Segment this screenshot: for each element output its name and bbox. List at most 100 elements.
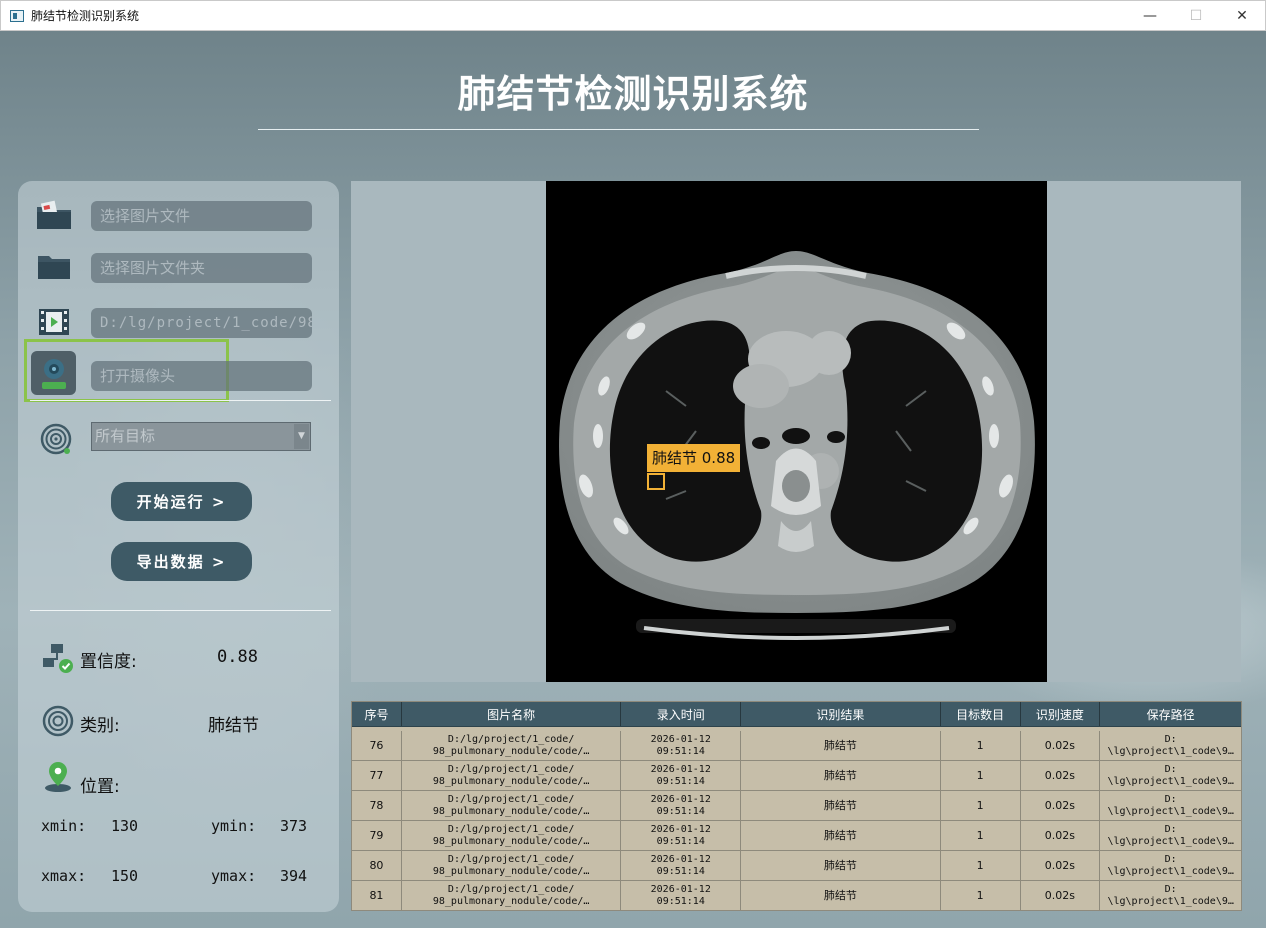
window-controls: — ☐ ✕	[1127, 1, 1265, 31]
ct-scan-image: 肺结节 0.88	[546, 181, 1047, 682]
camera-field[interactable]: 打开摄像头	[91, 361, 312, 391]
column-header-speed[interactable]: 识别速度	[1021, 702, 1101, 726]
cell-speed-text: 0.02s	[1044, 888, 1076, 902]
chevron-down-icon[interactable]: ▼	[294, 424, 309, 449]
cell-date: 2026-01-12	[650, 793, 711, 805]
cell-entry-time: 2026-01-12 09:51:14	[621, 851, 742, 880]
cell-time: 09:51:14	[656, 775, 705, 787]
cell-image-name-line2: 98_pulmonary_nodule/code/…	[432, 775, 590, 787]
cell-image-name-line1: D:/lg/project/1_code/	[447, 883, 575, 895]
image-viewer: 肺结节 0.88	[351, 181, 1241, 682]
cell-speed-text: 0.02s	[1044, 738, 1076, 752]
cell-save-path-line2: \lg\project\1_code\9…	[1107, 775, 1234, 787]
position-label: 位置:	[80, 777, 120, 797]
column-header-entry-time[interactable]: 录入时间	[621, 702, 742, 726]
table-row[interactable]: 76 D:/lg/project/1_code/98_pulmonary_nodu…	[352, 731, 1241, 761]
cell-date: 2026-01-12	[650, 763, 711, 775]
cell-entry-time: 2026-01-12 09:51:14	[621, 731, 742, 760]
cell-image-name: D:/lg/project/1_code/98_pulmonary_nodule…	[402, 881, 622, 910]
cell-speed: 0.02s	[1021, 791, 1101, 820]
target-select[interactable]: 所有目标 ▼	[91, 422, 311, 451]
image-folder-icon[interactable]	[34, 195, 74, 235]
column-header-index[interactable]: 序号	[352, 702, 402, 726]
title-divider	[258, 129, 979, 130]
cell-save-path-line2: \lg\project\1_code\9…	[1107, 895, 1234, 907]
table-row[interactable]: 77 D:/lg/project/1_code/98_pulmonary_nodu…	[352, 761, 1241, 791]
cell-index-text: 81	[369, 888, 384, 902]
detection-label: 肺结节 0.88	[647, 444, 741, 472]
column-header-image-name[interactable]: 图片名称	[402, 702, 622, 726]
minimize-button[interactable]: —	[1127, 1, 1173, 31]
xmax-value: 150	[111, 867, 139, 885]
cell-result-text: 肺结节	[823, 768, 857, 782]
cell-time: 09:51:14	[656, 835, 705, 847]
cell-save-path: D: \lg\project\1_code\9…	[1100, 851, 1241, 880]
image-file-field[interactable]: 选择图片文件	[91, 201, 312, 231]
cell-target-count-text: 1	[976, 858, 984, 872]
xmax-label: xmax:	[41, 867, 87, 885]
cell-result-text: 肺结节	[823, 888, 857, 902]
column-header-result[interactable]: 识别结果	[741, 702, 941, 726]
confidence-icon	[38, 638, 78, 678]
cell-image-name: D:/lg/project/1_code/98_pulmonary_nodule…	[402, 851, 622, 880]
cell-image-name-line2: 98_pulmonary_nodule/code/…	[432, 745, 590, 757]
cell-speed: 0.02s	[1021, 731, 1101, 760]
cell-index-text: 79	[369, 828, 384, 842]
app-icon	[10, 9, 24, 22]
cell-target-count-text: 1	[976, 738, 984, 752]
table-row[interactable]: 80 D:/lg/project/1_code/98_pulmonary_nodu…	[352, 851, 1241, 881]
table-row[interactable]: 78 D:/lg/project/1_code/98_pulmonary_nodu…	[352, 791, 1241, 821]
maximize-button[interactable]: ☐	[1173, 1, 1219, 31]
cell-save-path: D: \lg\project\1_code\9…	[1100, 821, 1241, 850]
image-folder-field[interactable]: 选择图片文件夹	[91, 253, 312, 283]
run-button[interactable]: 开始运行 >	[111, 482, 252, 521]
cell-entry-time: 2026-01-12 09:51:14	[621, 761, 742, 790]
export-button[interactable]: 导出数据 >	[111, 542, 252, 581]
column-header-target-count[interactable]: 目标数目	[941, 702, 1021, 726]
app-background: 肺结节检测识别系统 选择图片文件 选择图片文件夹 D:/lg/project/1…	[0, 31, 1266, 928]
cell-entry-time: 2026-01-12 09:51:14	[621, 881, 742, 910]
cell-save-path-line2: \lg\project\1_code\9…	[1107, 805, 1234, 817]
cell-result-text: 肺结节	[823, 738, 857, 752]
cell-index: 77	[352, 761, 402, 790]
cell-save-path-line1: D:	[1164, 763, 1177, 775]
ct-scan-illustration	[546, 181, 1047, 682]
cell-time: 09:51:14	[656, 895, 705, 907]
camera-icon[interactable]	[31, 351, 76, 395]
cell-speed-text: 0.02s	[1044, 858, 1076, 872]
table-row[interactable]: 79 D:/lg/project/1_code/98_pulmonary_nodu…	[352, 821, 1241, 851]
cell-entry-time: 2026-01-12 09:51:14	[621, 821, 742, 850]
cell-image-name-line1: D:/lg/project/1_code/	[447, 763, 575, 775]
cell-save-path-line2: \lg\project\1_code\9…	[1107, 865, 1234, 877]
folder-icon[interactable]	[34, 247, 74, 287]
column-header-save-path[interactable]: 保存路径	[1100, 702, 1241, 726]
table-row[interactable]: 81 D:/lg/project/1_code/98_pulmonary_nodu…	[352, 881, 1241, 910]
category-label: 类别:	[80, 716, 120, 736]
category-icon	[38, 701, 78, 741]
cell-result: 肺结节	[741, 881, 941, 910]
cell-speed: 0.02s	[1021, 851, 1101, 880]
cell-image-name-line1: D:/lg/project/1_code/	[447, 733, 575, 745]
cell-result: 肺结节	[741, 761, 941, 790]
cell-save-path-line1: D:	[1164, 823, 1177, 835]
video-path-field[interactable]: D:/lg/project/1_code/98_pul	[91, 308, 312, 338]
cell-image-name: D:/lg/project/1_code/98_pulmonary_nodule…	[402, 731, 622, 760]
cell-date: 2026-01-12	[650, 733, 711, 745]
target-icon	[36, 419, 76, 459]
close-button[interactable]: ✕	[1219, 1, 1265, 31]
cell-date: 2026-01-12	[650, 883, 711, 895]
cell-save-path: D: \lg\project\1_code\9…	[1100, 881, 1241, 910]
cell-index: 81	[352, 881, 402, 910]
cell-entry-time: 2026-01-12 09:51:14	[621, 791, 742, 820]
table-body: 76 D:/lg/project/1_code/98_pulmonary_nodu…	[352, 731, 1241, 910]
cell-time: 09:51:14	[656, 805, 705, 817]
cell-image-name-line1: D:/lg/project/1_code/	[447, 793, 575, 805]
cell-save-path-line1: D:	[1164, 883, 1177, 895]
cell-target-count: 1	[941, 881, 1021, 910]
category-value: 肺结节	[208, 716, 259, 736]
confidence-value: 0.88	[217, 647, 258, 667]
page-title: 肺结节检测识别系统	[457, 72, 809, 116]
video-icon[interactable]	[34, 302, 74, 342]
cell-time: 09:51:14	[656, 865, 705, 877]
cell-image-name-line2: 98_pulmonary_nodule/code/…	[432, 805, 590, 817]
